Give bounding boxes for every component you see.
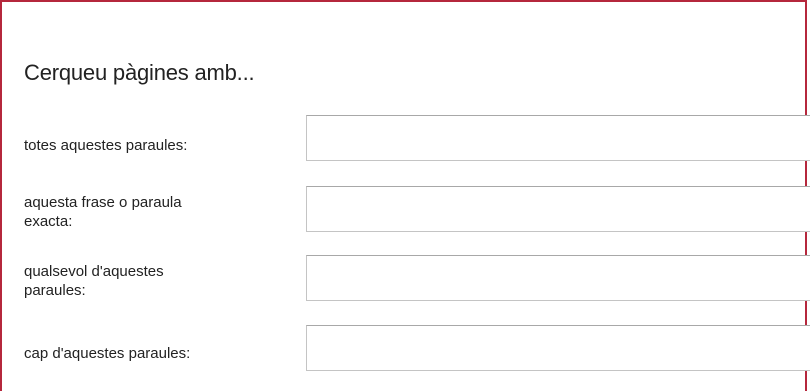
none-words-input[interactable]	[306, 325, 810, 371]
all-words-label-text: totes aquestes paraules:	[24, 137, 188, 154]
any-words-label-line1: qualsevol d'aquestes	[24, 263, 164, 280]
any-words-label: qualsevol d'aquestes paraules:	[24, 262, 294, 300]
none-words-label: cap d'aquestes paraules:	[24, 344, 294, 363]
all-words-input[interactable]	[306, 115, 810, 161]
exact-phrase-label-line2: exacta:	[24, 213, 73, 230]
any-words-label-line2: paraules:	[24, 282, 86, 299]
advanced-search-panel: Cerqueu pàgines amb... totes aquestes pa…	[0, 0, 810, 391]
exact-phrase-label-line1: aquesta frase o paraula	[24, 194, 182, 211]
exact-phrase-input[interactable]	[306, 186, 810, 232]
all-words-label: totes aquestes paraules:	[24, 136, 294, 155]
any-words-input[interactable]	[306, 255, 810, 301]
none-words-label-text: cap d'aquestes paraules:	[24, 345, 191, 362]
search-heading: Cerqueu pàgines amb...	[24, 60, 255, 85]
exact-phrase-label: aquesta frase o paraula exacta:	[24, 193, 294, 231]
